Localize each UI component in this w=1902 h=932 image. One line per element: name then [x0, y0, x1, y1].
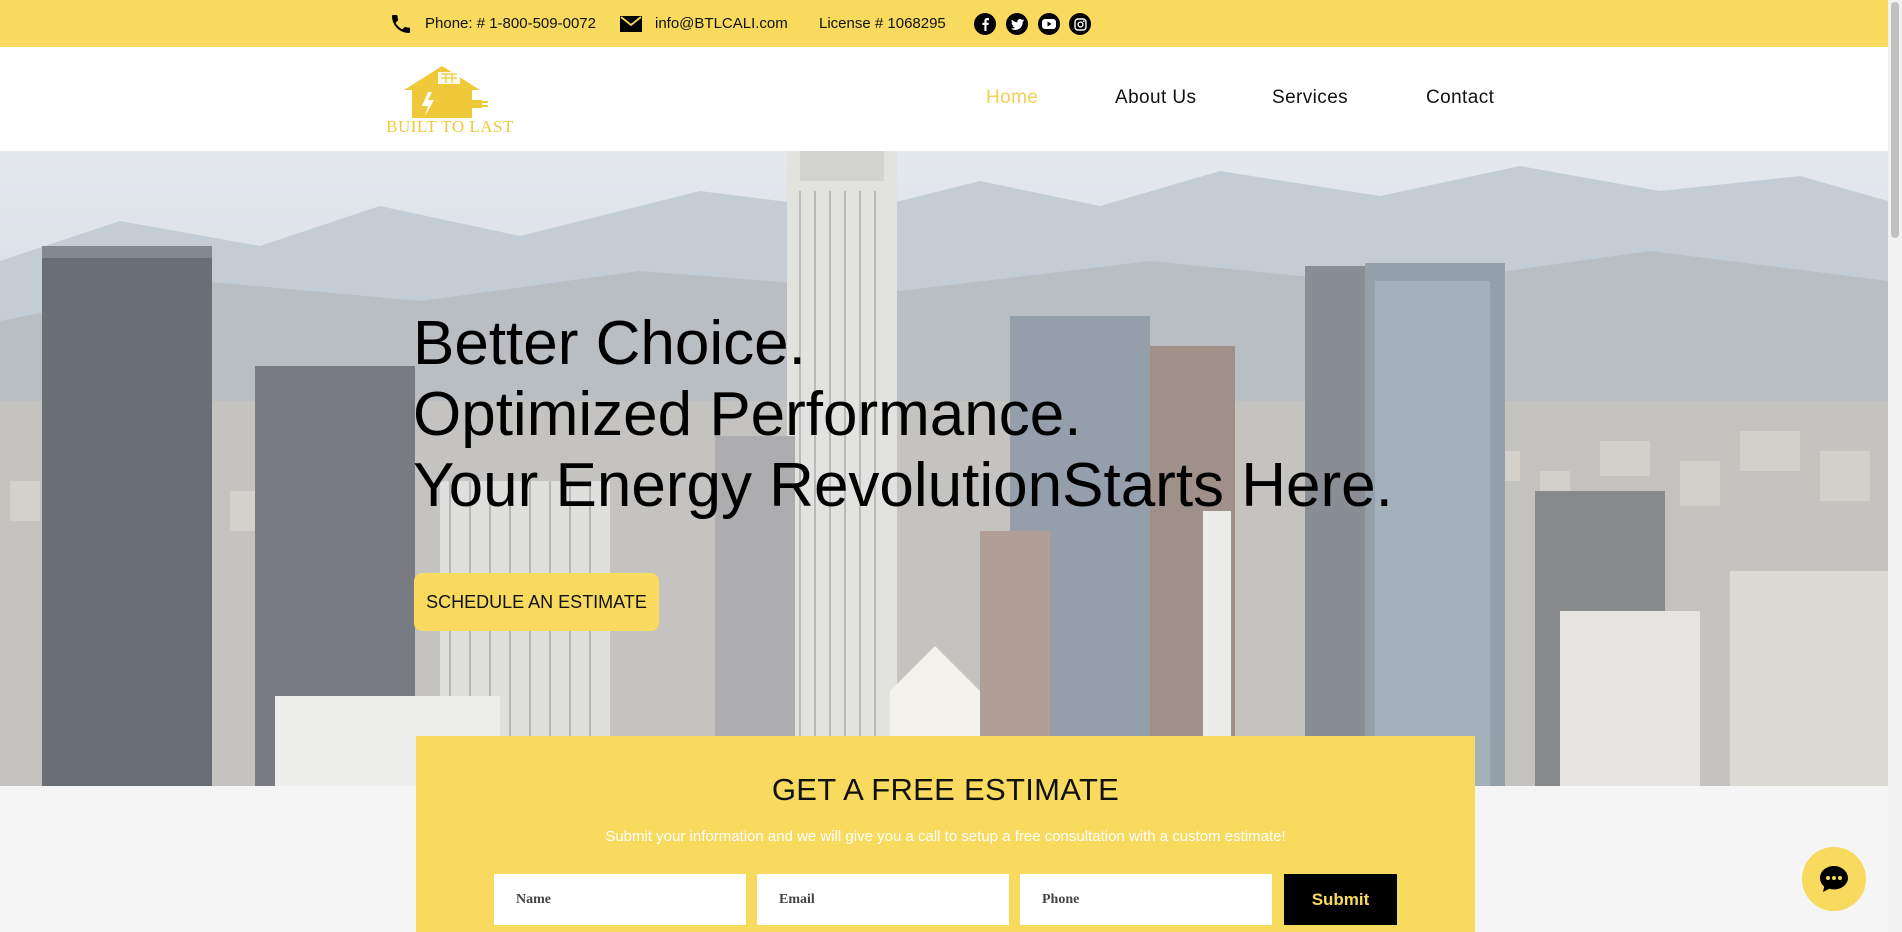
logo[interactable]: BUILT TO LAST [380, 62, 525, 142]
estimate-subtitle: Submit your information and we will give… [605, 828, 1286, 845]
mail-icon [619, 15, 643, 33]
chat-bubble-icon [1820, 866, 1848, 892]
nav-home[interactable]: Home [986, 87, 1038, 109]
site-header: BUILT TO LAST Home About Us Services Con… [0, 47, 1888, 151]
logo-text: BUILT TO LAST [386, 117, 514, 136]
headline-line-1: Better Choice. [413, 309, 806, 378]
submit-button[interactable]: Submit [1284, 874, 1397, 925]
twitter-icon[interactable] [1006, 13, 1028, 35]
headline-line-2: Optimized Performance. [413, 380, 1082, 449]
email-text: info@BTLCALI.com [655, 15, 788, 32]
name-field[interactable] [494, 874, 746, 925]
hero-section: Better Choice. Optimized Performance. Yo… [0, 151, 1888, 786]
email-item[interactable]: info@BTLCALI.com [619, 0, 788, 47]
nav-contact[interactable]: Contact [1426, 87, 1494, 109]
nav-services[interactable]: Services [1272, 87, 1348, 109]
estimate-title: GET A FREE ESTIMATE [771, 772, 1120, 807]
phone-item[interactable]: Phone: # 1-800-509-0072 [389, 0, 596, 47]
youtube-icon[interactable] [1038, 13, 1060, 35]
phone-field[interactable] [1020, 874, 1272, 925]
chat-button[interactable] [1802, 847, 1866, 911]
hero-headline: Better Choice. Optimized Performance. Yo… [413, 308, 1393, 521]
facebook-icon[interactable] [974, 13, 996, 35]
scrollbar-thumb[interactable] [1891, 2, 1899, 238]
nav-about-us[interactable]: About Us [1115, 87, 1196, 109]
phone-icon [389, 12, 413, 36]
phone-text: Phone: # 1-800-509-0072 [425, 15, 596, 32]
house-bolt-icon [404, 66, 488, 118]
license-text: License # 1068295 [819, 15, 946, 32]
headline-line-3: Your Energy RevolutionStarts Here. [413, 451, 1393, 520]
license-item: License # 1068295 [819, 0, 946, 47]
top-info-bar: Phone: # 1-800-509-0072 info@BTLCALI.com… [0, 0, 1888, 47]
schedule-estimate-button[interactable]: SCHEDULE AN ESTIMATE [414, 573, 659, 631]
email-field[interactable] [757, 874, 1009, 925]
instagram-icon[interactable] [1069, 13, 1091, 35]
estimate-form-panel: GET A FREE ESTIMATE Submit your informat… [416, 736, 1475, 932]
page-scrollbar[interactable] [1888, 0, 1902, 932]
